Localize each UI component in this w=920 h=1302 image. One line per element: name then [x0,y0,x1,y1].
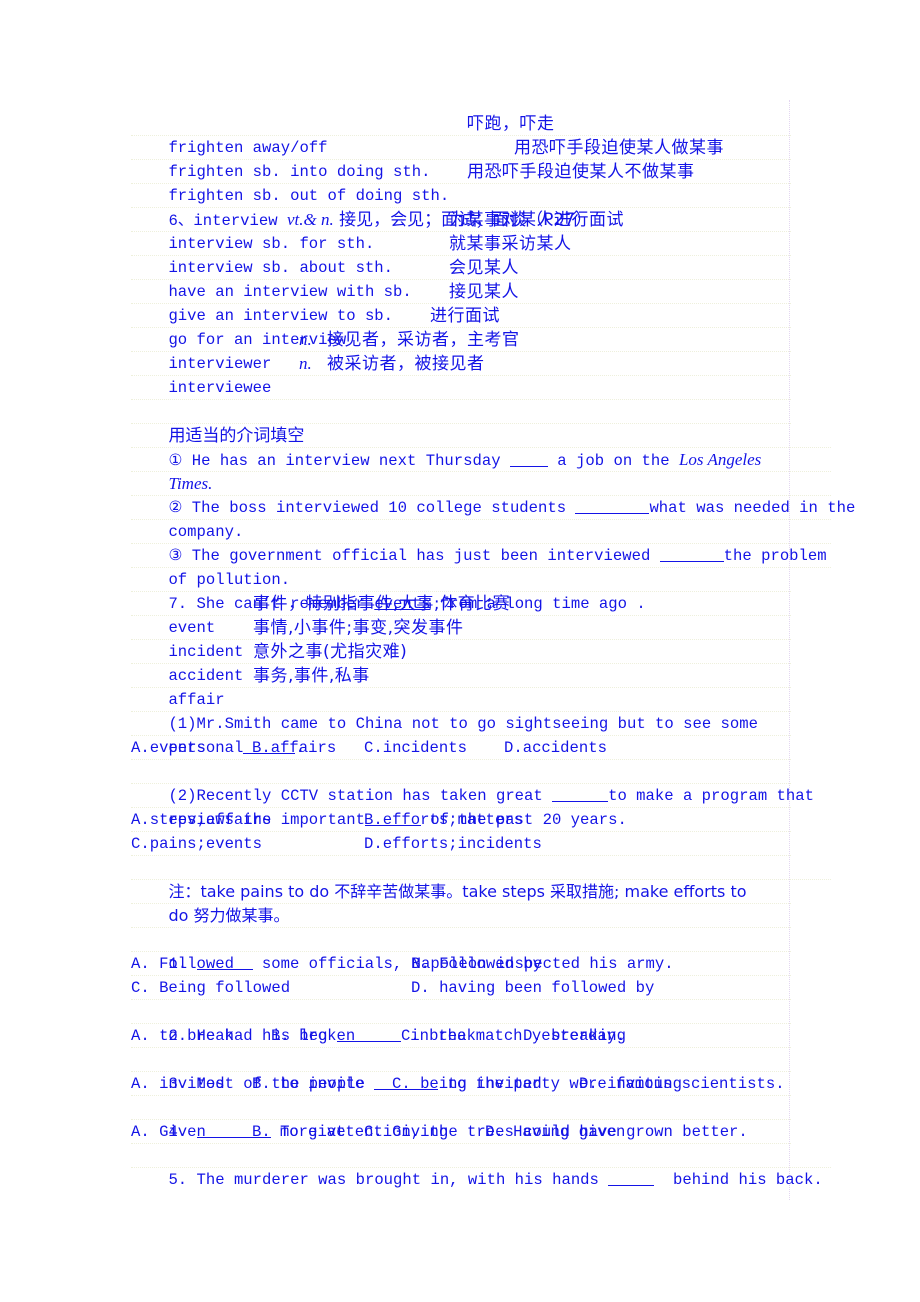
options-line: C. Being followed D. having been followe… [131,976,791,1000]
mc-question: 4. more attention, the trees could have … [131,1096,791,1141]
vocab-line: frighten sb. into doing sth. 用恐吓手段迫使某人做某… [131,136,791,181]
word-cn: 事务,事件,私事 [253,666,370,686]
vocab-line: affair 事务,事件,私事 [131,664,791,709]
vocab-line: accident 意外之事(尤指灾难) [131,640,791,685]
exercise-line: ② The boss interviewed 10 college studen… [131,472,855,517]
word-cn: 事件，特别指事件,大事;体育比赛 [253,594,511,614]
vocab-line: give an interview to sb. 接见某人 [131,280,791,325]
word-cn: 意外之事(尤指灾难) [253,642,408,662]
option-d[interactable]: D. inviting [579,1072,682,1096]
options-line: A.events B.affairs C.incidents D.acciden… [131,736,791,760]
option-d[interactable]: D. Having given [485,1120,625,1144]
vocab-line: frighten away/off 吓跑，吓走 [131,112,791,157]
option-d[interactable]: D. breaking [523,1024,626,1048]
phrase-cn: 会见某人 [449,258,519,278]
entry-heading: 7. She can’t remember events from a long… [131,568,791,613]
option-c[interactable]: C. break [401,1024,476,1048]
document-page: frighten away/off 吓跑，吓走 frighten sb. int… [0,0,920,1302]
option-c[interactable]: C. Being followed [131,976,290,1000]
options-line: A. Given B. To give C. Giving D. Having … [131,1120,791,1144]
vocab-line: have an interview with sb. 会见某人 [131,256,791,301]
answer-blank[interactable] [608,1169,655,1186]
options-line: A. invited B. to invite C. being invited… [131,1072,791,1096]
mc-question: 2. He had his leg in the match yesterday… [131,1000,791,1045]
vocab-line: interviewee n. 被采访者，被接见者 [131,352,791,397]
exercise-line: Times. [131,448,831,493]
option-d[interactable]: D.accidents [504,736,607,760]
note-line: 注：take pains to do 不辞辛苦做某事。take steps 采取… [131,856,831,901]
part-of-speech: n. [299,354,312,373]
option-c[interactable]: C. Giving [364,1120,448,1144]
option-b[interactable]: B. To give [252,1120,346,1144]
option-a[interactable]: A.steps;affairs [131,808,271,832]
vocab-line: interview sb. for sth. 为某事对某人进行面试 [131,208,791,253]
vocab-line: incident 事情,小事件;事变,突发事件 [131,616,791,661]
phrase-cn: 接见某人 [449,282,519,302]
vocab-line: go for an interview 进行面试 [131,304,791,349]
exercise-line: personal. [131,712,791,757]
mc-question: 3. Most of the people to the party were … [131,1048,791,1093]
note-line: do 努力做某事。 [131,880,791,925]
option-b[interactable]: B. Followed by [411,952,542,976]
option-a[interactable]: A. Followed [131,952,234,976]
options-line: C.pains;events D.efforts;incidents [131,832,791,856]
option-a[interactable]: A. invited [131,1072,225,1096]
options-line: A. Followed B. Followed by [131,952,791,976]
option-c[interactable]: C.pains;events [131,832,262,856]
section-title: 用适当的介词填空 [131,400,791,446]
exercise-line: (1)Mr.Smith came to China not to go sigh… [131,688,791,733]
option-a[interactable]: A.events [131,736,206,760]
question-number: 5. [168,1171,197,1189]
exercise-line: reviews the important of the past 20 yea… [131,784,791,829]
exercise-line: (2)Recently CCTV station has taken great… [131,760,814,805]
phrase-cn: 吓跑，吓走 [467,114,555,134]
option-b[interactable]: B. broken [271,1024,355,1048]
options-line: A.steps;affairs B.efforts;matters [131,808,791,832]
option-d[interactable]: D. having been followed by [411,976,654,1000]
option-d[interactable]: D.efforts;incidents [364,832,542,856]
question-stem: behind his back. [654,1171,823,1189]
option-a[interactable]: A. to break [131,1024,234,1048]
option-b[interactable]: B.affairs [252,736,336,760]
vocab-line: interview sb. about sth. 就某事采访某人 [131,232,791,277]
vocab-line: frighten sb. out of doing sth. 用恐吓手段迫使某人… [131,160,791,205]
exercise-line: ① He has an interview next Thursday a jo… [131,424,831,470]
mc-question: 5. The murderer was brought in, with his… [131,1144,831,1189]
exercise-line: company. [131,496,831,541]
question-stem: The murderer was brought in, with his ha… [196,1171,609,1189]
phrase-cn: 进行面试 [430,306,500,326]
phrase-cn: 就某事采访某人 [449,234,572,254]
vocab-line: interviewer n. 接见者，采访者，主考官 [131,328,791,373]
word-cn: 事情,小事件;事变,突发事件 [253,618,464,638]
option-a[interactable]: A. Given [131,1120,206,1144]
exercise-line: of pollution. [131,544,831,589]
option-c[interactable]: C. being invited [392,1072,542,1096]
phrase-cn: 被采访者，被接见者 [327,354,485,374]
phrase-cn: 用恐吓手段迫使某人做某事 [514,138,724,158]
vocab-line: event 事件，特别指事件,大事;体育比赛 [131,592,791,637]
phrase-cn: 用恐吓手段迫使某人不做某事 [467,162,695,182]
mc-question: 1. some officials, Napoleon inspected hi… [131,928,791,973]
part-of-speech: n. [299,330,312,349]
phrase-cn: 接见者，采访者，主考官 [327,330,520,350]
option-c[interactable]: C.incidents [364,736,467,760]
empty-line [131,904,791,928]
empty-line [131,376,791,400]
entry-heading: 6、interview vt.& n. 接见，会见；面试；面谈（P27） [131,184,791,230]
option-b[interactable]: B. to invite [252,1072,364,1096]
options-line: A. to break B. broken C. break D. breaki… [131,1024,791,1048]
exercise-line: ③ The government official has just been … [131,520,831,565]
option-b[interactable]: B.efforts;matters [364,808,523,832]
phrase-cn: 为某事对某人进行面试 [449,210,624,230]
